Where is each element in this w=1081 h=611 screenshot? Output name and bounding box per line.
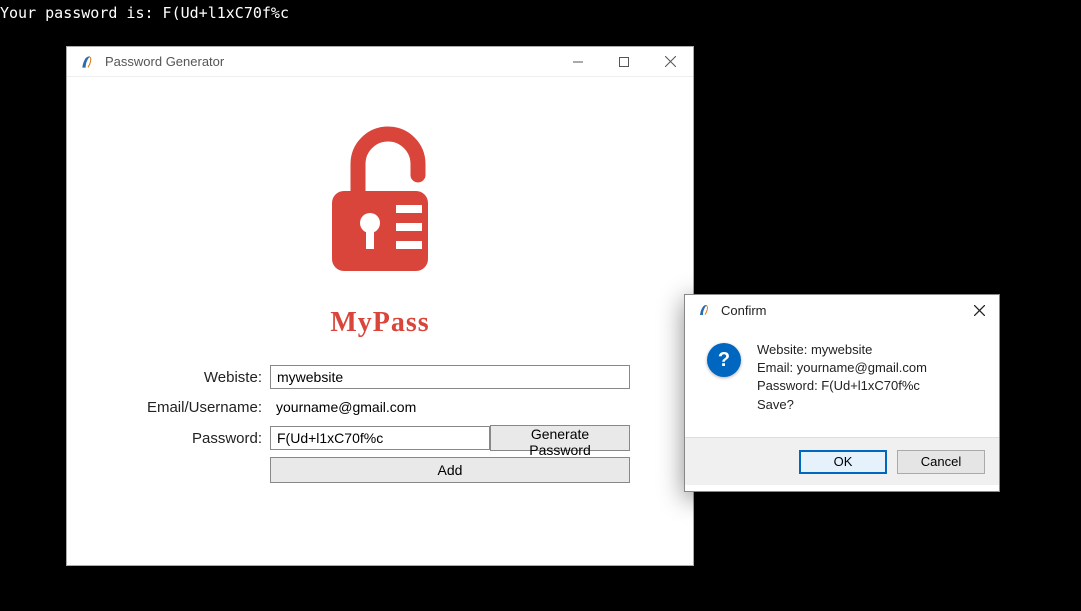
dialog-titlebar[interactable]: Confirm [685,295,999,325]
dialog-close-button[interactable] [959,295,999,325]
main-window: Password Generator MyPass [66,46,694,566]
dialog-title: Confirm [721,303,767,318]
titlebar[interactable]: Password Generator [67,47,693,77]
email-label: Email/Username: [120,399,270,416]
password-input[interactable] [270,426,490,450]
minimize-button[interactable] [555,47,601,77]
website-label: Webiste: [120,369,270,386]
confirm-dialog: Confirm ? Website: mywebsite Email: your… [684,294,1000,492]
email-input[interactable] [270,395,630,419]
dialog-line4: Save? [757,396,927,414]
ok-button[interactable]: OK [799,450,887,474]
generate-password-button[interactable]: Generate Password [490,425,630,451]
dialog-line1: Website: mywebsite [757,341,927,359]
close-button[interactable] [647,47,693,77]
console-line: Your password is: F(Ud+l1xC70f%c [0,4,289,22]
dialog-app-icon [695,300,715,320]
console-output: Your password is: F(Ud+l1xC70f%c [0,0,1081,22]
window-title: Password Generator [105,54,224,69]
password-label: Password: [120,430,270,447]
cancel-button[interactable]: Cancel [897,450,985,474]
app-icon [77,51,99,73]
question-icon: ? [707,343,741,377]
dialog-line3: Password: F(Ud+l1xC70f%c [757,377,927,395]
lock-icon [280,109,480,309]
maximize-button[interactable] [601,47,647,77]
dialog-line2: Email: yourname@gmail.com [757,359,927,377]
window-body: MyPass Webiste: Email/Username: Password… [67,77,693,509]
dialog-message: Website: mywebsite Email: yourname@gmail… [757,341,927,437]
dialog-body: ? Website: mywebsite Email: yourname@gma… [685,325,999,437]
dialog-button-row: OK Cancel [685,437,999,485]
form: Webiste: Email/Username: Password: Gener… [120,365,640,483]
add-button[interactable]: Add [270,457,630,483]
website-input[interactable] [270,365,630,389]
logo-text: MyPass [107,307,653,339]
